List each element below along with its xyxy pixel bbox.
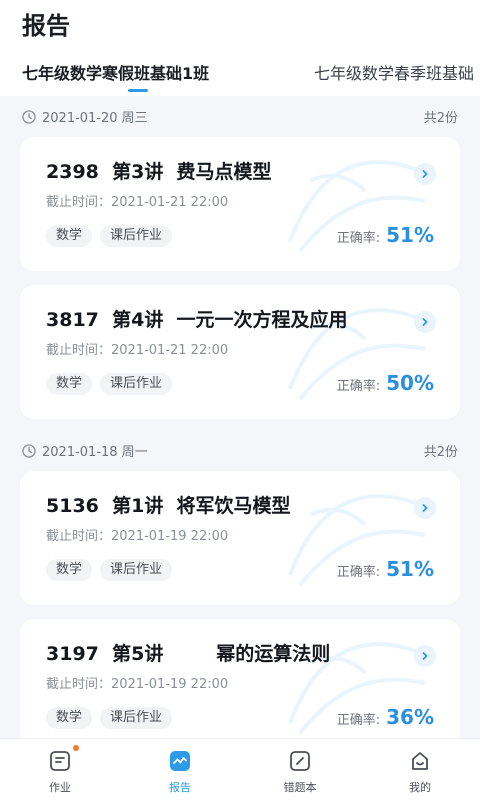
mistake-book-icon bbox=[290, 751, 310, 771]
accuracy-value: 50% bbox=[386, 371, 434, 395]
clock-icon bbox=[22, 109, 36, 124]
accuracy-value: 51% bbox=[386, 223, 434, 247]
group-count: 共2份 bbox=[423, 111, 458, 126]
subject-tag: 数学 bbox=[46, 225, 93, 247]
subject-tag: 数学 bbox=[46, 707, 93, 729]
accuracy-label: 正确率: bbox=[336, 565, 381, 580]
card-title: 5136 第1讲 将军饮马模型 bbox=[46, 495, 291, 517]
date-group-header: 2021-01-18 周一 共2份 bbox=[0, 435, 480, 465]
chevron-right-icon[interactable] bbox=[414, 163, 436, 185]
accuracy-label: 正确率: bbox=[336, 713, 381, 728]
report-card[interactable]: 3817 第4讲 一元一次方程及应用 截止时间：2021-01-21 22:00… bbox=[20, 285, 460, 419]
active-tab-indicator bbox=[128, 89, 148, 92]
profile-icon bbox=[412, 752, 428, 770]
accuracy-value: 36% bbox=[386, 705, 434, 729]
group-count: 共2份 bbox=[423, 445, 458, 460]
report-card[interactable]: 3197 第5讲 幂的运算法则 截止时间：2021-01-19 22:00 数学… bbox=[20, 619, 460, 753]
card-title: 2398 第3讲 费马点模型 bbox=[46, 161, 272, 183]
card-deadline: 截止时间：2021-01-19 22:00 bbox=[46, 677, 229, 692]
nav-mistake-book[interactable]: 错题本 bbox=[240, 739, 360, 800]
nav-homework[interactable]: 作业 bbox=[0, 739, 120, 800]
nav-profile[interactable]: 我的 bbox=[360, 739, 480, 800]
accuracy-label: 正确率: bbox=[336, 379, 381, 394]
homework-icon bbox=[50, 751, 70, 771]
bottom-nav: 作业 报告 错题本 我的 bbox=[0, 738, 480, 800]
nav-report[interactable]: 报告 bbox=[120, 739, 240, 800]
report-card[interactable]: 5136 第1讲 将军饮马模型 截止时间：2021-01-19 22:00 数学… bbox=[20, 471, 460, 605]
header: 报告 七年级数学寒假班基础1班 七年级数学春季班基础 bbox=[0, 0, 480, 96]
card-deadline: 截止时间：2021-01-21 22:00 bbox=[46, 343, 229, 358]
group-date: 2021-01-20 周三 bbox=[42, 111, 148, 126]
nav-label: 我的 bbox=[409, 781, 431, 794]
card-deadline: 截止时间：2021-01-19 22:00 bbox=[46, 529, 229, 544]
subject-tag: 数学 bbox=[46, 559, 93, 581]
report-icon bbox=[170, 751, 190, 771]
card-deadline: 截止时间：2021-01-21 22:00 bbox=[46, 195, 229, 210]
nav-label: 作业 bbox=[49, 781, 71, 794]
watermark-icon bbox=[288, 494, 426, 587]
card-title: 3197 第5讲 幂的运算法则 bbox=[46, 643, 331, 665]
tab-spring-class[interactable]: 七年级数学春季班基础 bbox=[314, 60, 474, 84]
page-title: 报告 bbox=[22, 12, 70, 40]
type-tag: 课后作业 bbox=[100, 559, 173, 581]
accuracy-label: 正确率: bbox=[336, 231, 381, 246]
clock-icon bbox=[22, 443, 36, 458]
chevron-right-icon[interactable] bbox=[414, 497, 436, 519]
chevron-right-icon[interactable] bbox=[414, 311, 436, 333]
accuracy-value: 51% bbox=[386, 557, 434, 581]
card-title: 3817 第4讲 一元一次方程及应用 bbox=[46, 309, 348, 331]
date-group-header: 2021-01-20 周三 共2份 bbox=[0, 101, 480, 131]
type-tag: 课后作业 bbox=[100, 225, 173, 247]
type-tag: 课后作业 bbox=[100, 373, 173, 395]
group-date: 2021-01-18 周一 bbox=[42, 445, 148, 460]
nav-label: 错题本 bbox=[283, 781, 317, 794]
notification-dot bbox=[73, 745, 79, 751]
class-tabs: 七年级数学寒假班基础1班 七年级数学春季班基础 bbox=[0, 56, 480, 96]
type-tag: 课后作业 bbox=[100, 707, 173, 729]
nav-label: 报告 bbox=[169, 781, 191, 794]
report-card[interactable]: 2398 第3讲 费马点模型 截止时间：2021-01-21 22:00 数学 … bbox=[20, 137, 460, 271]
subject-tag: 数学 bbox=[46, 373, 93, 395]
chevron-right-icon[interactable] bbox=[414, 645, 436, 667]
tab-winter-class[interactable]: 七年级数学寒假班基础1班 bbox=[22, 60, 209, 84]
watermark-icon bbox=[288, 160, 426, 253]
